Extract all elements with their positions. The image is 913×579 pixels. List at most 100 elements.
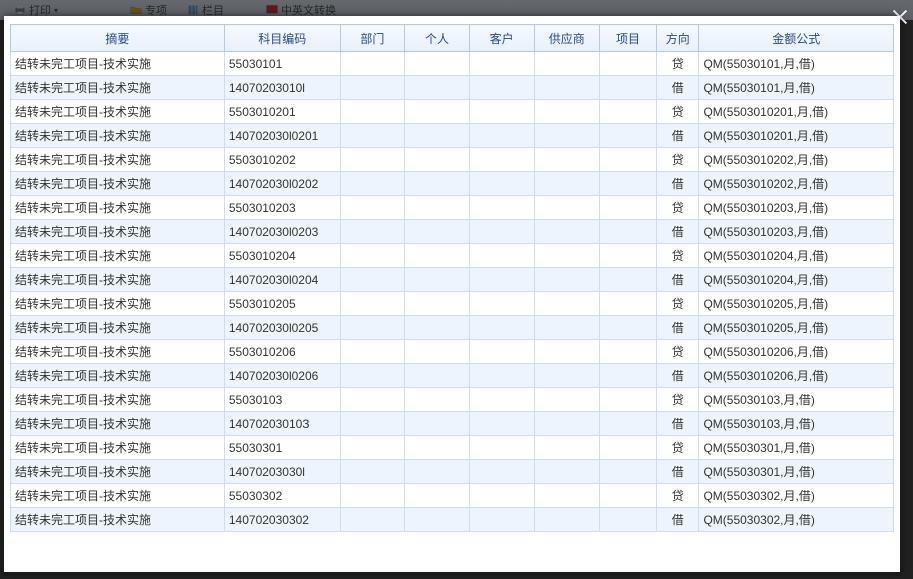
cell-formula[interactable]: QM(55030302,月,借) [699, 508, 894, 532]
cell-summary[interactable]: 结转未完工项目-技术实施 [11, 220, 225, 244]
cell-summary[interactable]: 结转未完工项目-技术实施 [11, 508, 225, 532]
table-row[interactable]: 结转未完工项目-技术实施55030301贷QM(55030301,月,借) [11, 436, 894, 460]
cell-formula[interactable]: QM(5503010203,月,借) [699, 220, 894, 244]
cell-dir[interactable]: 借 [657, 76, 699, 100]
table-row[interactable]: 结转未完工项目-技术实施140702030302借QM(55030302,月,借… [11, 508, 894, 532]
cell-project[interactable] [599, 412, 656, 436]
cell-dept[interactable] [340, 172, 405, 196]
cell-dept[interactable] [340, 508, 405, 532]
cell-dir[interactable]: 贷 [657, 196, 699, 220]
cell-dept[interactable] [340, 412, 405, 436]
cell-supplier[interactable] [534, 316, 599, 340]
cell-person[interactable] [405, 484, 470, 508]
cell-supplier[interactable] [534, 124, 599, 148]
cell-project[interactable] [599, 52, 656, 76]
cell-formula[interactable]: QM(5503010202,月,借) [699, 148, 894, 172]
cell-dir[interactable]: 贷 [657, 52, 699, 76]
cell-summary[interactable]: 结转未完工项目-技术实施 [11, 172, 225, 196]
cell-supplier[interactable] [534, 484, 599, 508]
cell-customer[interactable] [469, 340, 534, 364]
header-customer[interactable]: 客户 [469, 25, 534, 52]
cell-customer[interactable] [469, 292, 534, 316]
cell-dept[interactable] [340, 124, 405, 148]
cell-code[interactable]: 5503010201 [224, 100, 340, 124]
cell-dept[interactable] [340, 268, 405, 292]
cell-summary[interactable]: 结转未完工项目-技术实施 [11, 76, 225, 100]
cell-supplier[interactable] [534, 52, 599, 76]
cell-project[interactable] [599, 364, 656, 388]
cell-dir[interactable]: 贷 [657, 148, 699, 172]
cell-supplier[interactable] [534, 196, 599, 220]
cell-supplier[interactable] [534, 292, 599, 316]
cell-project[interactable] [599, 340, 656, 364]
cell-project[interactable] [599, 436, 656, 460]
cell-supplier[interactable] [534, 508, 599, 532]
cell-dir[interactable]: 贷 [657, 484, 699, 508]
cell-summary[interactable]: 结转未完工项目-技术实施 [11, 196, 225, 220]
cell-supplier[interactable] [534, 388, 599, 412]
cell-dir[interactable]: 借 [657, 172, 699, 196]
cell-customer[interactable] [469, 412, 534, 436]
cell-project[interactable] [599, 124, 656, 148]
cell-formula[interactable]: QM(5503010201,月,借) [699, 100, 894, 124]
cell-supplier[interactable] [534, 148, 599, 172]
cell-dept[interactable] [340, 196, 405, 220]
cell-customer[interactable] [469, 484, 534, 508]
cell-summary[interactable]: 结转未完工项目-技术实施 [11, 244, 225, 268]
cell-customer[interactable] [469, 436, 534, 460]
cell-dept[interactable] [340, 436, 405, 460]
cell-dept[interactable] [340, 244, 405, 268]
cell-code[interactable]: 5503010202 [224, 148, 340, 172]
cell-person[interactable] [405, 172, 470, 196]
cell-customer[interactable] [469, 148, 534, 172]
cell-summary[interactable]: 结转未完工项目-技术实施 [11, 436, 225, 460]
cell-dir[interactable]: 贷 [657, 292, 699, 316]
cell-dir[interactable]: 贷 [657, 388, 699, 412]
cell-summary[interactable]: 结转未完工项目-技术实施 [11, 316, 225, 340]
table-row[interactable]: 结转未完工项目-技术实施5503010202贷QM(5503010202,月,借… [11, 148, 894, 172]
cell-project[interactable] [599, 196, 656, 220]
table-row[interactable]: 结转未完工项目-技术实施14070203010З借QM(55030103,月,借… [11, 412, 894, 436]
table-row[interactable]: 结转未完工项目-技术实施55030302贷QM(55030302,月,借) [11, 484, 894, 508]
cell-customer[interactable] [469, 220, 534, 244]
cell-code[interactable]: 5503010206 [224, 340, 340, 364]
cell-project[interactable] [599, 460, 656, 484]
cell-dir[interactable]: 借 [657, 508, 699, 532]
cell-supplier[interactable] [534, 340, 599, 364]
cell-formula[interactable]: QM(55030101,月,借) [699, 76, 894, 100]
cell-dir[interactable]: 借 [657, 268, 699, 292]
cell-supplier[interactable] [534, 268, 599, 292]
cell-formula[interactable]: QM(55030103,月,借) [699, 412, 894, 436]
cell-dir[interactable]: 贷 [657, 244, 699, 268]
cell-formula[interactable]: QM(5503010204,月,借) [699, 244, 894, 268]
cell-customer[interactable] [469, 268, 534, 292]
cell-person[interactable] [405, 436, 470, 460]
cell-customer[interactable] [469, 460, 534, 484]
table-row[interactable]: 结转未完工项目-技术实施55030101贷QM(55030101,月,借) [11, 52, 894, 76]
cell-formula[interactable]: QM(5503010206,月,借) [699, 364, 894, 388]
cell-code[interactable]: 55030302 [224, 484, 340, 508]
cell-supplier[interactable] [534, 172, 599, 196]
cell-dir[interactable]: 借 [657, 124, 699, 148]
cell-formula[interactable]: QM(5503010202,月,借) [699, 172, 894, 196]
cell-dir[interactable]: 借 [657, 220, 699, 244]
cell-supplier[interactable] [534, 364, 599, 388]
header-dir[interactable]: 方向 [657, 25, 699, 52]
cell-dept[interactable] [340, 364, 405, 388]
cell-code[interactable]: 140702030l0206 [224, 364, 340, 388]
cell-dir[interactable]: 借 [657, 316, 699, 340]
cell-customer[interactable] [469, 52, 534, 76]
cell-project[interactable] [599, 76, 656, 100]
cell-code[interactable]: 14070203010З [224, 412, 340, 436]
table-row[interactable]: 结转未完工项目-技术实施140702030l0205借QM(5503010205… [11, 316, 894, 340]
cell-code[interactable]: 5503010205 [224, 292, 340, 316]
cell-person[interactable] [405, 76, 470, 100]
cell-project[interactable] [599, 220, 656, 244]
cell-dept[interactable] [340, 460, 405, 484]
cell-person[interactable] [405, 292, 470, 316]
cell-formula[interactable]: QM(5503010206,月,借) [699, 340, 894, 364]
cell-person[interactable] [405, 100, 470, 124]
cell-summary[interactable]: 结转未完工项目-技术实施 [11, 124, 225, 148]
cell-code[interactable]: 140702030l0201 [224, 124, 340, 148]
cell-project[interactable] [599, 508, 656, 532]
